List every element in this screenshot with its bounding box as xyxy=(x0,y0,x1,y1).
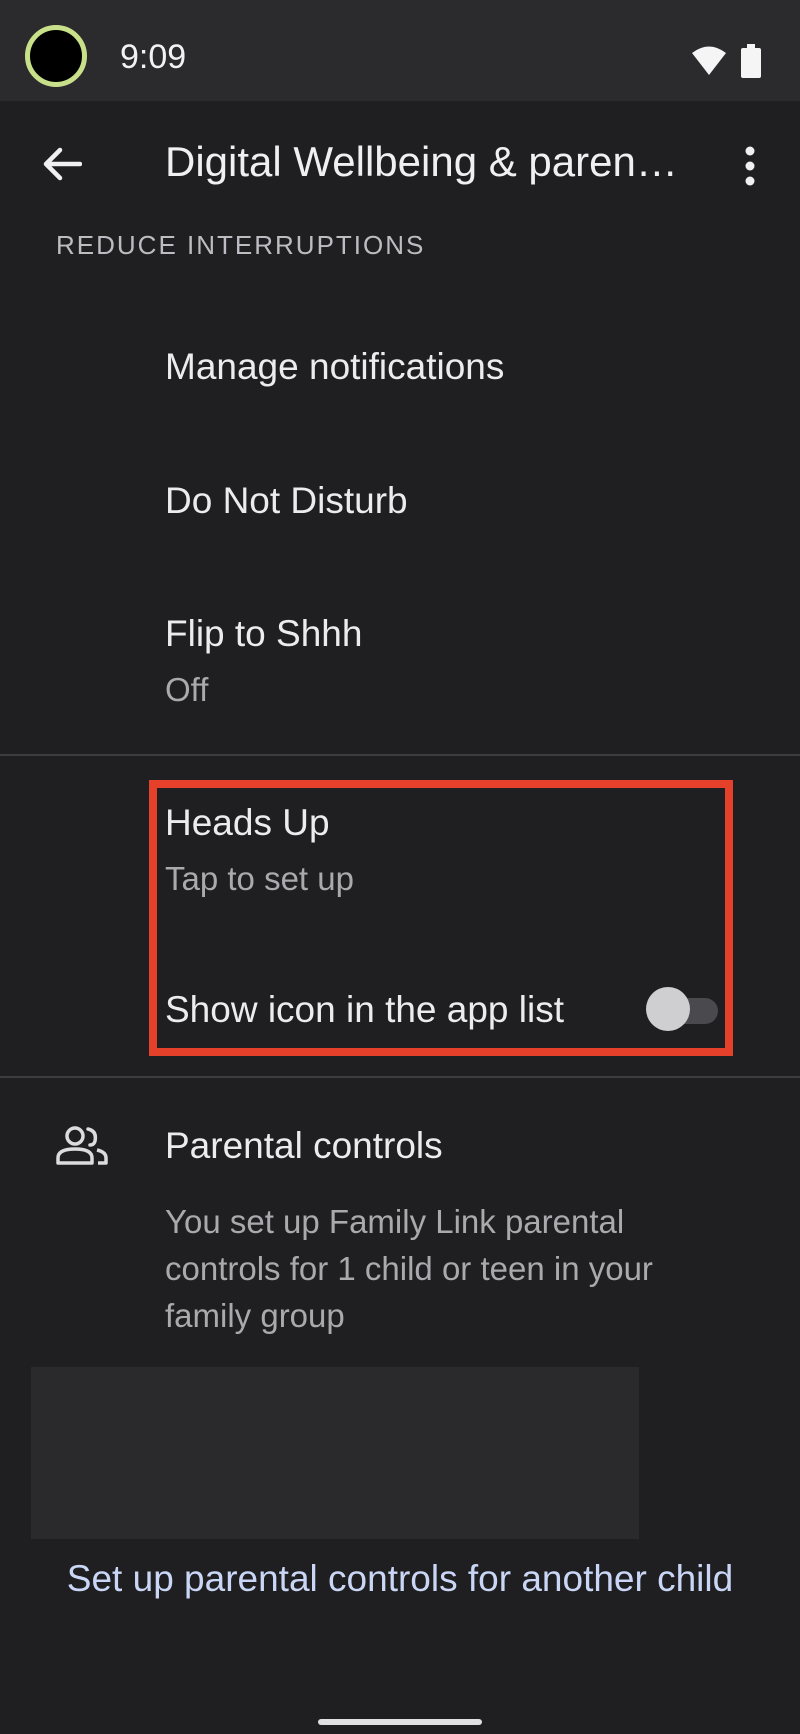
wifi-icon xyxy=(692,46,726,75)
status-time: 9:09 xyxy=(120,38,187,76)
page-title: Digital Wellbeing & parental controls xyxy=(165,138,685,185)
flip-to-shhh-item[interactable]: Flip to Shhh xyxy=(165,613,362,655)
more-options-icon[interactable] xyxy=(742,146,758,186)
battery-icon xyxy=(741,44,761,78)
flip-to-shhh-summary: Off xyxy=(165,671,209,708)
setup-parental-controls-button[interactable]: Set up parental controls for another chi… xyxy=(40,1553,760,1605)
home-indicator[interactable] xyxy=(318,1719,482,1725)
divider xyxy=(0,754,800,756)
manage-notifications-item[interactable]: Manage notifications xyxy=(165,346,504,388)
child-profile-placeholder xyxy=(31,1367,639,1539)
divider xyxy=(0,1076,800,1078)
people-icon xyxy=(56,1126,108,1165)
notification-ring-icon xyxy=(25,25,87,87)
parental-controls-item[interactable]: Parental controls xyxy=(165,1125,443,1167)
section-header-reduce-interruptions: REDUCE INTERRUPTIONS xyxy=(56,230,426,260)
highlight-annotation-box xyxy=(149,780,733,1056)
back-arrow-icon[interactable] xyxy=(42,146,82,182)
parental-controls-summary: You set up Family Link parental controls… xyxy=(165,1203,653,1334)
do-not-disturb-item[interactable]: Do Not Disturb xyxy=(165,480,408,522)
